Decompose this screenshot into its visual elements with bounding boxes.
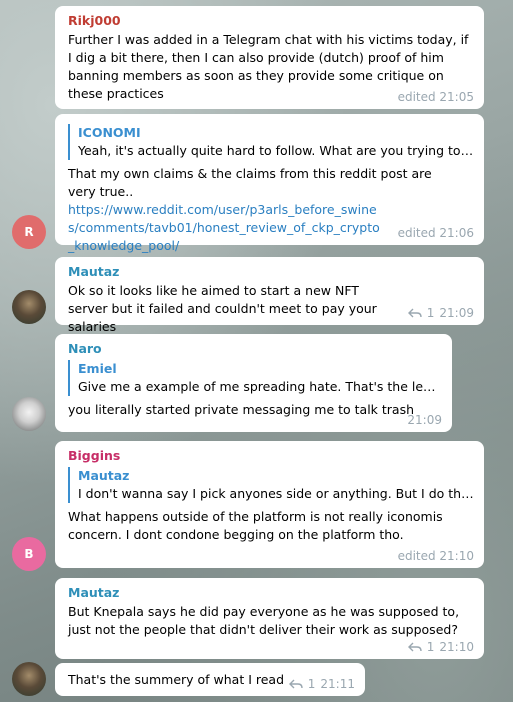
reply-arrow-icon — [407, 642, 422, 652]
avatar-initial: B — [24, 547, 34, 561]
message-meta: 1 21:09 — [407, 306, 474, 320]
reply-quote[interactable]: ICONOMI Yeah, it's actually quite hard t… — [68, 124, 474, 160]
avatar[interactable] — [12, 290, 46, 324]
reply-author: ICONOMI — [78, 125, 141, 140]
sender-name[interactable]: Mautaz — [68, 585, 474, 601]
message-time: 21:09 — [439, 306, 474, 320]
reply-arrow-icon — [288, 679, 303, 689]
reply-text: Yeah, it's actually quite hard to follow… — [78, 143, 474, 158]
message-bubble[interactable]: Rikj000 Further I was added in a Telegra… — [55, 6, 484, 109]
message-meta: edited 21:06 — [398, 226, 474, 240]
message-bubble[interactable]: ICONOMI Yeah, it's actually quite hard t… — [55, 114, 484, 253]
reply-count[interactable]: 1 — [308, 677, 316, 691]
message-bubble[interactable]: Biggins Mautaz I don't wanna say I pick … — [55, 441, 484, 568]
message-text: What happens outside of the platform is … — [68, 509, 443, 542]
reply-quote[interactable]: Mautaz I don't wanna say I pick anyones … — [68, 467, 474, 503]
reply-author: Mautaz — [78, 468, 130, 483]
avatar[interactable] — [12, 662, 46, 696]
message-meta: 21:09 — [407, 413, 442, 427]
message-time: 21:10 — [439, 640, 474, 654]
reply-count[interactable]: 1 — [427, 640, 435, 654]
reply-text: I don't wanna say I pick anyones side or… — [78, 486, 474, 501]
message-bubble[interactable]: That's the summery of what I read 1 21:1… — [55, 663, 365, 696]
message-time: 21:11 — [320, 677, 355, 691]
message-time: edited 21:06 — [397, 226, 474, 240]
avatar-initial: R — [24, 225, 34, 239]
sender-name[interactable]: Biggins — [68, 448, 474, 464]
message-bubble[interactable]: Naro Emiel Give me a example of me sprea… — [55, 334, 452, 432]
message-meta: edited 21:05 — [398, 90, 474, 104]
sender-name[interactable]: Naro — [68, 341, 442, 357]
reply-count[interactable]: 1 — [427, 306, 435, 320]
avatar[interactable]: R — [12, 215, 46, 249]
avatar[interactable]: B — [12, 537, 46, 571]
reply-text: Give me a example of me spreading hate. … — [78, 379, 442, 394]
message-time: edited 21:10 — [397, 549, 474, 563]
reply-arrow-icon — [407, 308, 422, 318]
chat-history: Rikj000 Further I was added in a Telegra… — [0, 0, 513, 702]
sender-name[interactable]: Mautaz — [68, 264, 474, 280]
reply-quote[interactable]: Emiel Give me a example of me spreading … — [68, 360, 442, 396]
message-meta: 1 21:10 — [407, 640, 474, 654]
message-text: That my own claims & the claims from thi… — [68, 166, 432, 199]
sender-name[interactable]: Rikj000 — [68, 13, 474, 29]
message-time: edited 21:05 — [397, 90, 474, 104]
reply-author: Emiel — [78, 361, 117, 376]
message-meta: edited 21:10 — [398, 549, 474, 563]
message-bubble[interactable]: Mautaz Ok so it looks like he aimed to s… — [55, 257, 484, 334]
message-time: 21:09 — [407, 413, 442, 427]
message-meta: 1 21:11 — [288, 677, 355, 691]
message-text: But Knepala says he did pay everyone as … — [68, 604, 460, 637]
message-text: you literally started private messaging … — [68, 402, 415, 417]
avatar[interactable] — [12, 397, 46, 431]
message-bubble[interactable]: Mautaz But Knepala says he did pay every… — [55, 578, 484, 659]
